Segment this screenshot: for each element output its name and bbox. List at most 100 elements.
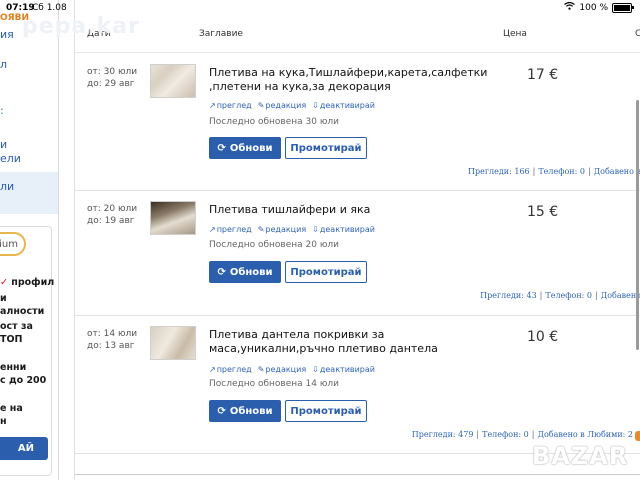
wifi-icon — [564, 1, 576, 13]
view-link[interactable]: ↗ преглед — [209, 365, 252, 374]
renew-button[interactable]: ⟳ Обнови — [209, 137, 281, 159]
phone-count: Телефон: 0 — [545, 291, 592, 300]
external-link-icon: ↗ — [209, 101, 216, 110]
last-updated: Последно обновена 14 юли — [209, 379, 340, 389]
status-bar: 07:19 Сб 1.08 100 % — [0, 0, 640, 18]
deactivate-link[interactable]: ⇩ деактивирай — [312, 225, 375, 234]
date-to: до: 19 авг — [87, 216, 135, 226]
listing-title[interactable]: Плетива дантела покривки за маса,уникалн… — [209, 328, 489, 356]
download-icon: ⇩ — [312, 365, 319, 374]
listing-stats: Прегледи: 479 | Телефон: 0 | Добавено в Люби… — [411, 430, 633, 439]
listing-thumbnail[interactable] — [150, 326, 196, 360]
view-link[interactable]: ↗ преглед — [209, 225, 252, 234]
edit-link[interactable]: ✎ редакция — [258, 365, 306, 374]
promote-button[interactable]: Промотирай — [285, 261, 367, 283]
sidebar-item-active[interactable]: ли — [0, 180, 14, 193]
date-to: до: 13 авг — [87, 341, 135, 351]
promo-button[interactable]: АЙ — [0, 437, 48, 460]
promo-line-4: ост за — [0, 321, 33, 332]
notification-tab[interactable] — [635, 431, 640, 441]
pencil-icon: ✎ — [257, 365, 265, 374]
pencil-icon: ✎ — [257, 101, 265, 110]
status-right: 100 % — [564, 1, 634, 13]
renew-button[interactable]: ⟳ Обнови — [209, 261, 281, 283]
listing-title[interactable]: Плетива на кука,Тишлайфери,карета,салфет… — [209, 66, 489, 94]
last-updated: Последно обновена 30 юли — [209, 117, 340, 127]
sidebar-item-2[interactable]: л — [0, 58, 7, 71]
table-row: от: 14 юли до: 13 авг Плетива дантела по… — [75, 315, 640, 454]
views-count: Прегледи: 166 — [468, 167, 530, 176]
scrollbar[interactable] — [636, 100, 639, 350]
favorites-count: Добавено в — [593, 167, 640, 176]
promo-line-5: ТОП — [0, 334, 23, 345]
sidebar-item-1[interactable]: ия — [0, 28, 14, 41]
edit-link[interactable]: ✎ редакция — [258, 225, 306, 234]
date-to: до: 29 авг — [87, 79, 135, 89]
sidebar-item-active-bg[interactable] — [0, 172, 58, 214]
date-from: от: 30 юли — [87, 67, 138, 77]
listing-price: 17 € — [527, 67, 559, 83]
listing-dates: от: 14 юли до: 13 авг — [87, 328, 137, 352]
listing-price: 10 € — [527, 329, 559, 345]
promo-line-7: с до 200 — [0, 375, 47, 386]
views-count: Прегледи: 479 — [411, 430, 474, 439]
refresh-icon: ⟳ — [217, 405, 226, 417]
listing-stats: Прегледи: 43 | Телефон: 0 | Добавено — [480, 291, 640, 300]
renew-button[interactable]: ⟳ Обнови — [209, 400, 281, 422]
download-icon: ⇩ — [312, 101, 319, 110]
header-extra: С — [635, 29, 640, 39]
promo-line-3: алности — [0, 306, 45, 317]
view-link[interactable]: ↗ преглед — [209, 101, 252, 110]
listing-actions: ↗ преглед ✎ редакция ⇩ деактивирай — [209, 225, 375, 234]
footer-divider — [75, 474, 640, 475]
promo-line-2: и — [0, 293, 7, 304]
deactivate-link[interactable]: ⇩ деактивирай — [312, 365, 375, 374]
listing-thumbnail[interactable] — [150, 201, 196, 235]
promo-line-6: енни — [0, 362, 27, 373]
promo-line-1: ✓ профил — [0, 277, 55, 288]
listing-dates: от: 30 юли до: 29 авг — [87, 66, 137, 90]
premium-badge: ium — [0, 232, 26, 256]
table-header: Дати Заглавие Цена С — [75, 26, 640, 53]
download-icon: ⇩ — [312, 225, 319, 234]
promote-button[interactable]: Промотирай — [285, 400, 367, 422]
last-updated: Последно обновена 20 юли — [209, 240, 340, 250]
deactivate-link[interactable]: ⇩ деактивирай — [312, 101, 375, 110]
listing-stats: Прегледи: 166 | Телефон: 0 | Добавено в — [468, 167, 640, 176]
phone-count: Телефон: 0 — [538, 167, 585, 176]
external-link-icon: ↗ — [209, 365, 216, 374]
date-from: от: 20 юли — [87, 204, 138, 214]
sidebar: ОЯВИ ия л : и ели ли ium ✓ профил и ално… — [0, 0, 59, 480]
header-price: Цена — [503, 29, 527, 39]
promote-button[interactable]: Промотирай — [285, 137, 367, 159]
sidebar-item-4[interactable]: ели — [0, 152, 21, 165]
table-row: от: 20 юли до: 19 авг Плетива тишлайфери… — [75, 190, 640, 316]
phone-count: Телефон: 0 — [482, 430, 529, 439]
edit-link[interactable]: ✎ редакция — [258, 101, 306, 110]
views-count: Прегледи: 43 — [480, 291, 537, 300]
promo-line-8: е на — [0, 403, 23, 414]
status-date: Сб 1.08 — [32, 3, 67, 13]
listing-dates: от: 20 юли до: 19 авг — [87, 203, 137, 227]
status-time: 07:19 — [6, 3, 35, 13]
external-link-icon: ↗ — [209, 225, 216, 234]
battery-icon — [612, 2, 634, 13]
favorites-count: Добавено — [600, 291, 640, 300]
listing-thumbnail[interactable] — [150, 64, 196, 98]
date-from: от: 14 юли — [87, 329, 138, 339]
listing-actions: ↗ преглед ✎ редакция ⇩ деактивирай — [209, 101, 375, 110]
table-row: от: 30 юли до: 29 авг Плетива на кука,Ти… — [75, 53, 640, 191]
sidebar-item-3[interactable]: и — [0, 138, 7, 151]
pencil-icon: ✎ — [257, 225, 265, 234]
listing-price: 15 € — [527, 204, 559, 220]
refresh-icon: ⟳ — [217, 266, 226, 278]
listings-panel: Дати Заглавие Цена С от: 30 юли до: 29 а… — [74, 0, 640, 480]
listing-title[interactable]: Плетива тишлайфери и яка — [209, 203, 489, 217]
favorites-count: Добавено в Любими: 2 — [537, 430, 633, 439]
listing-actions: ↗ преглед ✎ редакция ⇩ деактивирай — [209, 365, 375, 374]
promo-line-9: н — [0, 416, 7, 427]
sidebar-section-label: : — [0, 104, 4, 117]
bazar-logo: BAZAR — [532, 442, 629, 470]
header-title: Заглавие — [199, 29, 243, 39]
battery-percent: 100 % — [579, 2, 608, 13]
